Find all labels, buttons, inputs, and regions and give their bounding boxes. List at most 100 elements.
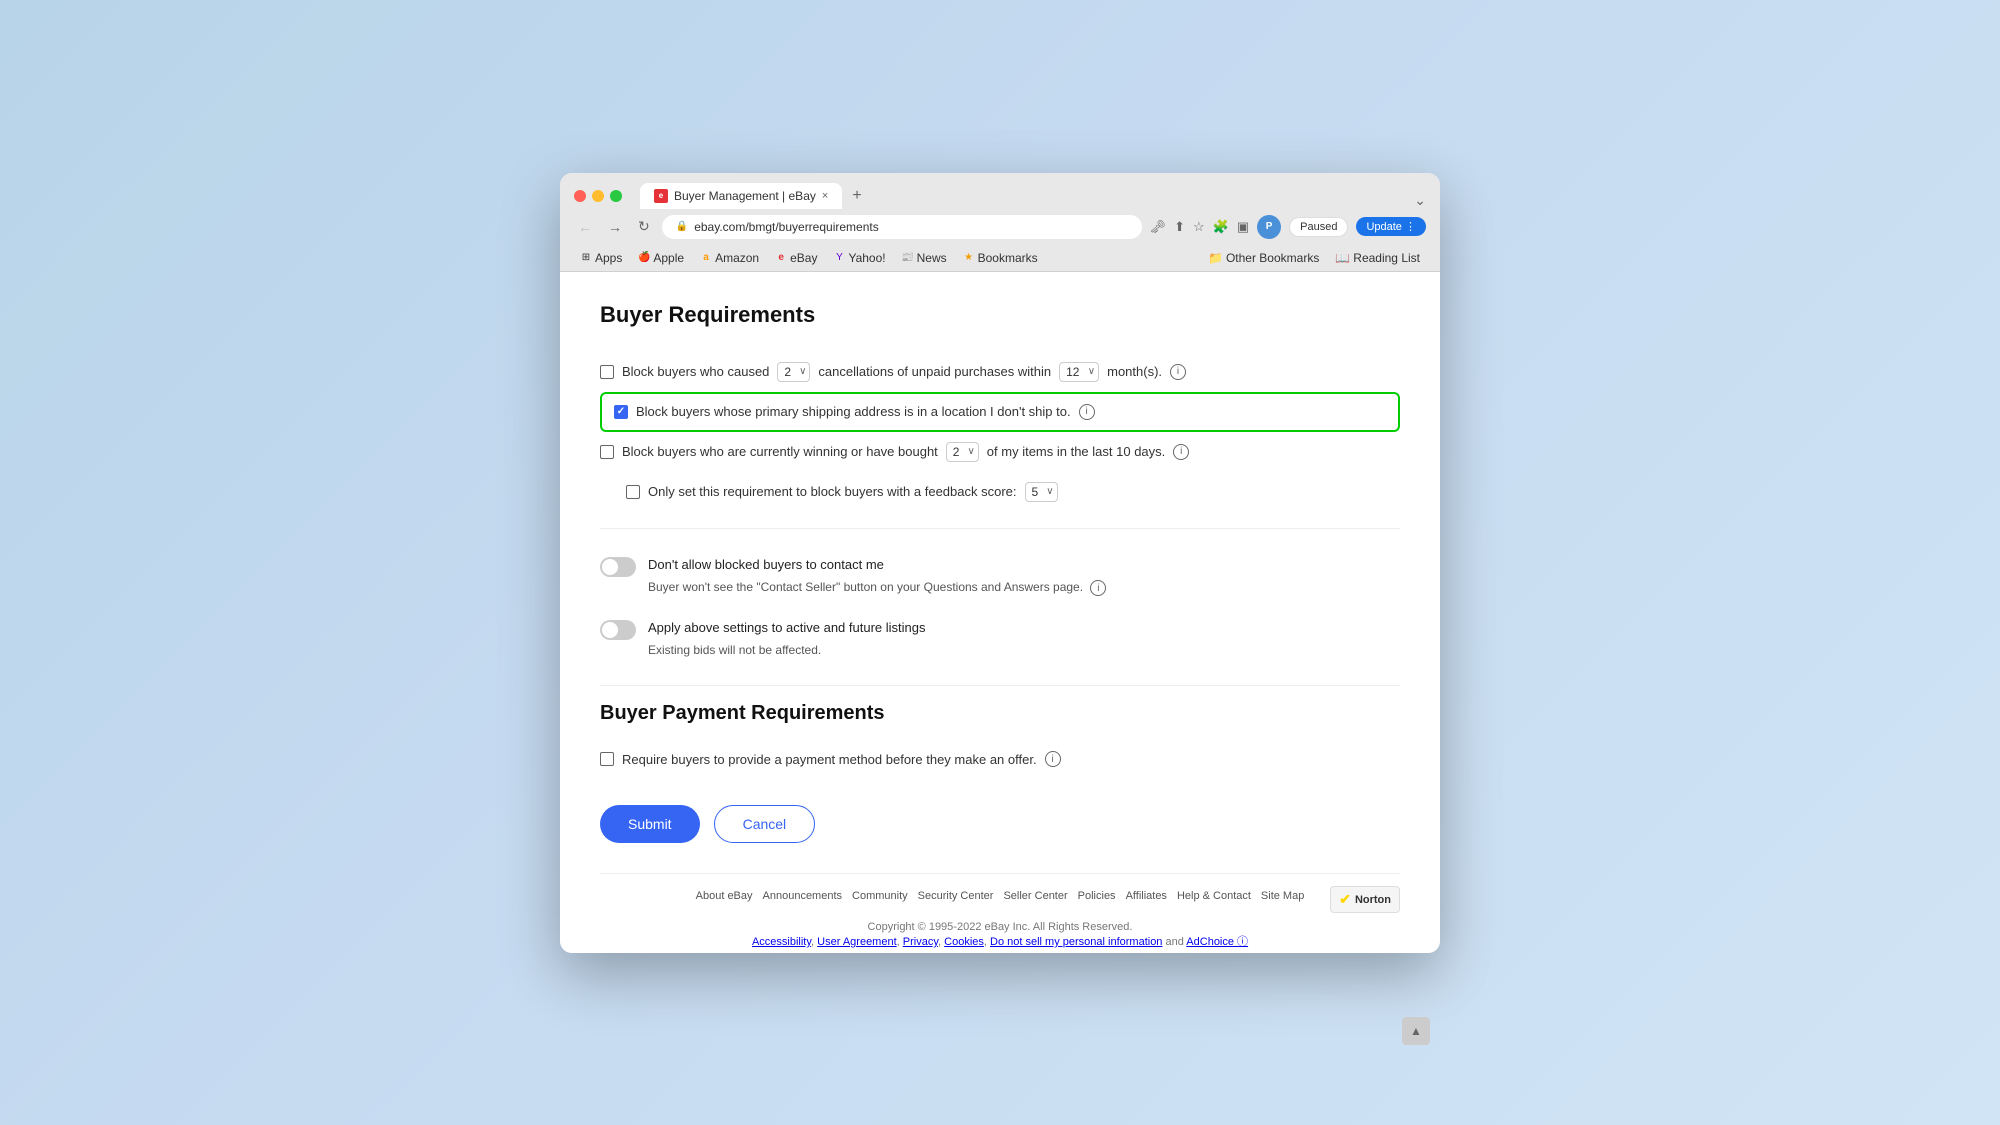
- bookmark-news[interactable]: 📰 News: [896, 249, 953, 267]
- bookmark-ebay[interactable]: e eBay: [769, 249, 823, 267]
- forward-button[interactable]: →: [604, 217, 626, 237]
- row1-text1: Block buyers who caused: [622, 364, 769, 379]
- cancellations-info-icon[interactable]: i: [1170, 364, 1186, 380]
- bookmark-bookmarks-label: Bookmarks: [978, 251, 1038, 265]
- checkbox-feedback[interactable]: [626, 485, 640, 499]
- checkbox-items[interactable]: [600, 445, 614, 459]
- address-bar[interactable]: 🔒 ebay.com/bmgt/buyerrequirements: [662, 215, 1142, 239]
- items-count-select[interactable]: 2345: [946, 442, 979, 462]
- title-bar: e Buyer Management | eBay × + ⌄: [560, 173, 1440, 209]
- key-icon[interactable]: 🗝: [1150, 219, 1167, 235]
- window-controls: [574, 190, 622, 202]
- toggle-apply-settings[interactable]: [600, 620, 636, 640]
- paused-label: Paused: [1300, 221, 1337, 233]
- toggle2-text-group: Apply above settings to active and futur…: [648, 620, 926, 657]
- footer-sitemap[interactable]: Site Map: [1261, 890, 1304, 902]
- bookmark-yahoo[interactable]: Y Yahoo!: [827, 249, 891, 267]
- buyer-requirements-title: Buyer Requirements: [600, 302, 1400, 328]
- cancel-button[interactable]: Cancel: [714, 805, 816, 843]
- reading-list[interactable]: 📖 Reading List: [1329, 249, 1426, 267]
- update-button[interactable]: Update ⋮: [1356, 217, 1426, 236]
- apps-icon: ⊞: [580, 252, 592, 264]
- new-tab-button[interactable]: +: [844, 183, 869, 209]
- accessibility-link[interactable]: Accessibility: [752, 936, 811, 948]
- footer-affiliates[interactable]: Affiliates: [1126, 890, 1167, 902]
- requirement-row-shipping: Block buyers whose primary shipping addr…: [600, 392, 1400, 432]
- bookmark-apple[interactable]: 🍎 Apple: [632, 249, 690, 267]
- user-agreement-link[interactable]: User Agreement: [817, 936, 896, 948]
- tab-title: Buyer Management | eBay: [674, 189, 816, 203]
- items-info-icon[interactable]: i: [1173, 444, 1189, 460]
- bookmark-amazon-label: Amazon: [715, 251, 759, 265]
- shipping-info-icon[interactable]: i: [1079, 404, 1095, 420]
- footer-announcements[interactable]: Announcements: [763, 890, 843, 902]
- maximize-button[interactable]: [610, 190, 622, 202]
- copyright-text: Copyright © 1995-2022 eBay Inc. All Righ…: [868, 921, 1133, 933]
- items-count-wrapper: 2345: [946, 442, 979, 462]
- url-text: ebay.com/bmgt/buyerrequirements: [694, 220, 879, 234]
- cancellations-count-select[interactable]: 2345: [777, 362, 810, 382]
- tab-favicon: e: [654, 189, 668, 203]
- row3-text1: Block buyers who are currently winning o…: [622, 444, 938, 459]
- folder-icon: 📁: [1208, 251, 1223, 265]
- reload-button[interactable]: ↻: [634, 216, 654, 237]
- star-icon[interactable]: ☆: [1193, 219, 1205, 235]
- adchoice-link[interactable]: AdChoice ⓘ: [1186, 936, 1248, 948]
- cancellations-months-select[interactable]: 1263: [1059, 362, 1099, 382]
- row2-text: Block buyers whose primary shipping addr…: [636, 404, 1071, 419]
- news-icon: 📰: [902, 252, 914, 264]
- bookmarks-right: 📁 Other Bookmarks 📖 Reading List: [1202, 249, 1426, 267]
- puzzle-icon[interactable]: 🧩: [1213, 219, 1229, 235]
- feedback-score-select[interactable]: 54321: [1025, 482, 1058, 502]
- bookmark-apps[interactable]: ⊞ Apps: [574, 249, 628, 267]
- bookmark-bookmarks[interactable]: ★ Bookmarks: [957, 249, 1044, 267]
- payment-section-title: Buyer Payment Requirements: [600, 702, 1400, 725]
- footer-security[interactable]: Security Center: [918, 890, 994, 902]
- tab-close-button[interactable]: ×: [822, 190, 828, 202]
- checkbox-payment[interactable]: [600, 752, 614, 766]
- toggle2-label: Apply above settings to active and futur…: [648, 620, 926, 635]
- footer-community[interactable]: Community: [852, 890, 908, 902]
- footer-help[interactable]: Help & Contact: [1177, 890, 1251, 902]
- footer-policies[interactable]: Policies: [1078, 890, 1116, 902]
- privacy-link[interactable]: Privacy: [903, 936, 938, 948]
- button-row: Submit Cancel: [600, 805, 1400, 843]
- do-not-sell-link[interactable]: Do not sell my personal information: [990, 936, 1162, 948]
- footer-about[interactable]: About eBay: [696, 890, 753, 902]
- bookmark-ebay-label: eBay: [790, 251, 817, 265]
- footer-seller[interactable]: Seller Center: [1003, 890, 1067, 902]
- feedback-score-wrapper: 54321: [1025, 482, 1058, 502]
- footer-copyright: Copyright © 1995-2022 eBay Inc. All Righ…: [600, 921, 1400, 949]
- close-button[interactable]: [574, 190, 586, 202]
- minimize-button[interactable]: [592, 190, 604, 202]
- payment-info-icon[interactable]: i: [1045, 751, 1061, 767]
- active-tab[interactable]: e Buyer Management | eBay ×: [640, 183, 842, 209]
- profile-avatar[interactable]: P: [1257, 215, 1281, 239]
- submit-button[interactable]: Submit: [600, 805, 700, 843]
- bookmark-yahoo-label: Yahoo!: [848, 251, 885, 265]
- toggle-blocked-buyers[interactable]: [600, 557, 636, 577]
- checkbox-shipping[interactable]: [614, 405, 628, 419]
- update-menu-icon: ⋮: [1405, 221, 1416, 233]
- toggle1-info-icon[interactable]: i: [1090, 580, 1106, 596]
- paused-button[interactable]: Paused: [1289, 217, 1348, 237]
- bookmark-news-label: News: [917, 251, 947, 265]
- row1-text3: month(s).: [1107, 364, 1162, 379]
- row3-text2: of my items in the last 10 days.: [987, 444, 1165, 459]
- bookmark-amazon[interactable]: a Amazon: [694, 249, 765, 267]
- toggle1-label: Don't allow blocked buyers to contact me: [648, 557, 1106, 572]
- requirement-row-payment: Require buyers to provide a payment meth…: [600, 741, 1400, 777]
- share-icon[interactable]: ⬆: [1174, 219, 1185, 235]
- norton-badge: ✔ Norton: [1330, 886, 1400, 913]
- checkbox-cancellations[interactable]: [600, 365, 614, 379]
- back-button[interactable]: ←: [574, 217, 596, 237]
- cookies-link[interactable]: Cookies: [944, 936, 984, 948]
- yahoo-icon: Y: [833, 252, 845, 264]
- bookmarks-bar: ⊞ Apps 🍎 Apple a Amazon e eBay Y Yahoo! …: [560, 245, 1440, 272]
- page-footer: About eBay Announcements Community Secur…: [600, 873, 1400, 949]
- sidebar-icon[interactable]: ▣: [1237, 219, 1249, 235]
- other-bookmarks[interactable]: 📁 Other Bookmarks: [1202, 249, 1325, 267]
- norton-check-icon: ✔: [1339, 891, 1351, 908]
- bookmark-apps-label: Apps: [595, 251, 622, 265]
- payment-row-text: Require buyers to provide a payment meth…: [622, 752, 1037, 767]
